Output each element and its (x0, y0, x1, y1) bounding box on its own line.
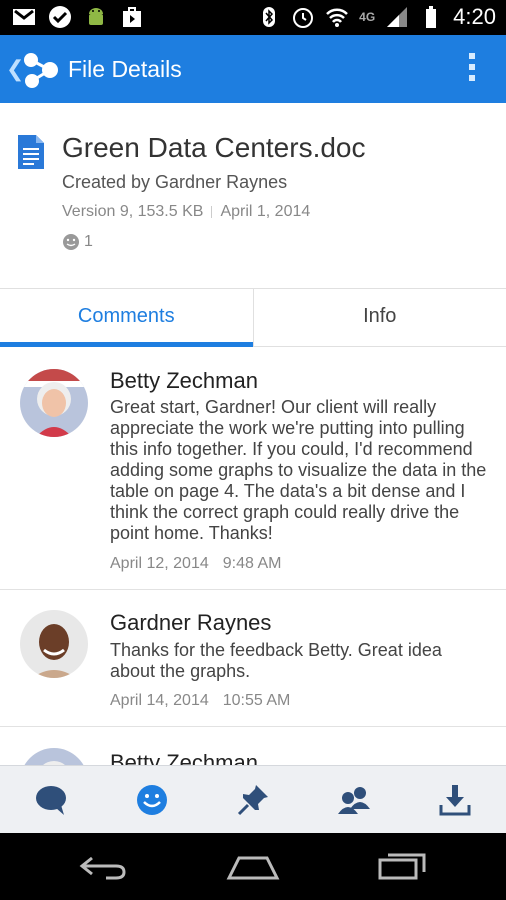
comment-item: Betty Zechman (0, 727, 506, 765)
status-bar: 4G 4:20 (0, 0, 506, 35)
file-header: Green Data Centers.doc Created by Gardne… (0, 103, 506, 289)
home-icon[interactable] (225, 850, 281, 884)
people-button[interactable] (304, 766, 405, 833)
pin-icon (237, 784, 268, 815)
download-icon (439, 784, 471, 815)
file-creator[interactable]: Created by Gardner Raynes (62, 172, 287, 193)
comments-list[interactable]: Betty Zechman Great start, Gardner! Our … (0, 347, 506, 765)
comment-time: 9:48 AM (222, 555, 282, 572)
network-type-label: 4G (359, 10, 376, 24)
comment-timestamp: April 12, 2014 9:48 AM (110, 555, 281, 573)
alarm-icon (293, 8, 314, 28)
file-date: April 1, 2014 (220, 203, 311, 220)
comment-time: 10:55 AM (222, 692, 291, 709)
comment-timestamp: April 14, 2014 10:55 AM (110, 692, 290, 710)
page-title: File Details (68, 56, 182, 82)
comment-author[interactable]: Betty Zechman (110, 750, 258, 765)
comment-author[interactable]: Betty Zechman (110, 368, 258, 394)
comment-text: Great start, Gardner! Our client will re… (110, 397, 487, 543)
android-icon (89, 8, 103, 25)
wifi-icon (326, 8, 349, 27)
tab-info[interactable]: Info (252, 289, 506, 346)
gmail-icon (13, 9, 35, 25)
action-bar (0, 765, 506, 833)
app-bar: ❮ File Details (0, 35, 506, 103)
file-meta: Version 9, 153.5 KB April 1, 2014 (62, 203, 310, 221)
like-button[interactable] (101, 766, 202, 833)
avatar[interactable] (20, 748, 88, 765)
download-button[interactable] (405, 766, 506, 833)
file-version-size: Version 9, 153.5 KB (62, 203, 204, 220)
meta-divider (211, 206, 213, 218)
system-nav-bar (0, 833, 506, 900)
tab-bar: Comments Info (0, 289, 506, 347)
likes-number: 1 (84, 233, 93, 250)
like-icon (136, 784, 167, 815)
likes-count[interactable]: 1 (62, 233, 93, 251)
store-icon (123, 7, 141, 27)
comment-text: Thanks for the feedback Betty. Great ide… (110, 640, 442, 681)
tab-comments[interactable]: Comments (0, 289, 253, 347)
file-name: Green Data Centers.doc (62, 132, 366, 163)
yammer-logo-icon[interactable] (22, 51, 60, 89)
smiley-icon (63, 234, 79, 250)
avatar[interactable] (20, 369, 88, 437)
comment-button[interactable] (0, 766, 101, 833)
overflow-menu-icon[interactable] (468, 53, 476, 85)
document-icon (18, 135, 44, 169)
clock: 4:20 (453, 4, 496, 29)
comment-date: April 14, 2014 (110, 692, 209, 709)
comment-date: April 12, 2014 (110, 555, 209, 572)
signal-icon (387, 7, 408, 27)
comment-icon (35, 785, 66, 815)
check-circle-icon (49, 6, 71, 28)
people-icon (338, 786, 371, 814)
avatar[interactable] (20, 610, 88, 678)
comment-item: Betty Zechman Great start, Gardner! Our … (0, 347, 506, 590)
back-icon[interactable] (76, 850, 132, 884)
comment-author[interactable]: Gardner Raynes (110, 610, 271, 636)
bluetooth-icon (263, 7, 276, 27)
pin-button[interactable] (202, 766, 303, 833)
battery-icon (426, 6, 437, 28)
comment-item: Gardner Raynes Thanks for the feedback B… (0, 590, 506, 727)
recents-icon[interactable] (374, 850, 430, 884)
